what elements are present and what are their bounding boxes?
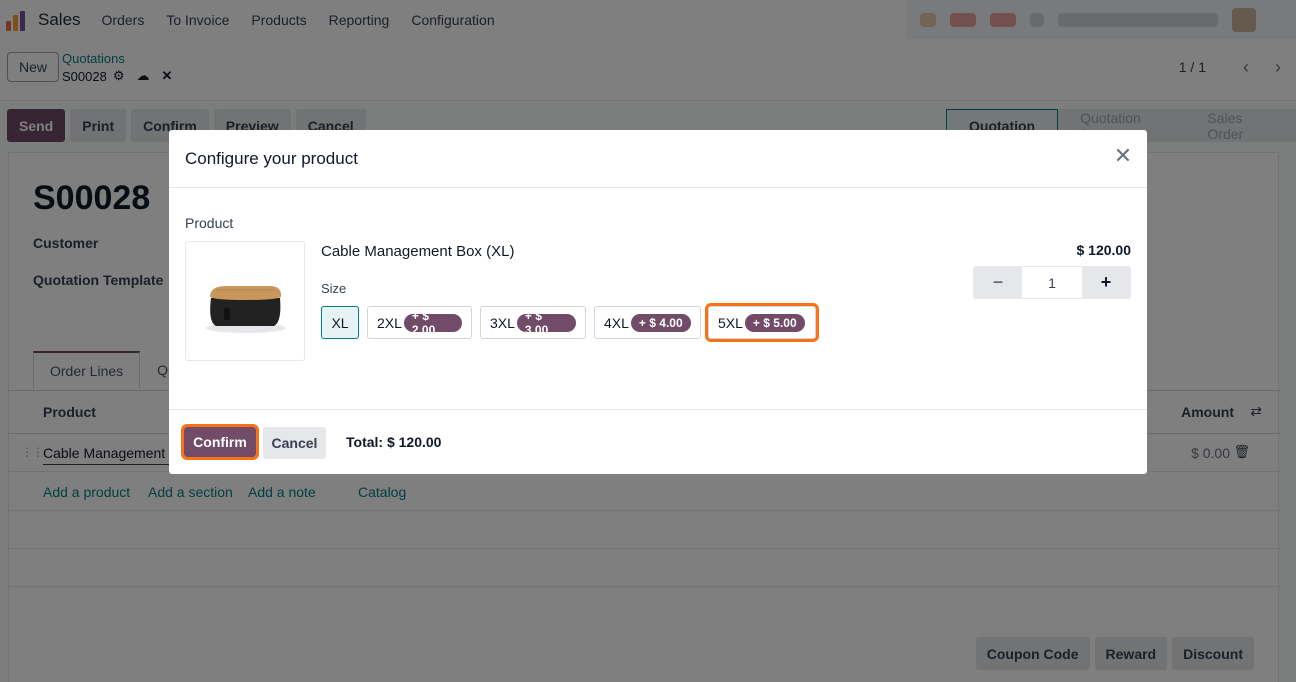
product-image bbox=[185, 241, 305, 361]
size-option-label: 2XL bbox=[377, 314, 402, 331]
quantity-stepper: − 1 + bbox=[973, 266, 1131, 299]
size-option-label: 5XL bbox=[718, 314, 743, 331]
configure-product-dialog: Configure your product ✕ Product Cable M… bbox=[169, 130, 1147, 474]
confirm-button[interactable]: Confirm bbox=[181, 424, 259, 460]
product-section-label: Product bbox=[185, 215, 234, 231]
size-option-2xl[interactable]: 2XL + $ 2.00 bbox=[367, 306, 472, 339]
size-option-4xl[interactable]: 4XL + $ 4.00 bbox=[594, 306, 701, 339]
size-option-label: XL bbox=[331, 314, 349, 331]
cancel-button[interactable]: Cancel bbox=[263, 427, 326, 459]
product-name: Cable Management Box (XL) bbox=[321, 243, 515, 260]
price-extra-badge: + $ 3.00 bbox=[516, 309, 576, 337]
cable-box-image bbox=[206, 286, 286, 333]
price-extra-badge: + $ 2.00 bbox=[403, 309, 462, 337]
size-option-label: 3XL bbox=[490, 314, 515, 331]
minus-icon[interactable]: − bbox=[974, 267, 1022, 298]
close-icon[interactable]: ✕ bbox=[1113, 145, 1133, 167]
price-extra-badge: + $ 5.00 bbox=[744, 313, 805, 332]
plus-icon[interactable]: + bbox=[1082, 267, 1130, 298]
product-price: $ 120.00 bbox=[1076, 242, 1132, 258]
size-option-label: 4XL bbox=[604, 314, 629, 331]
size-label: Size bbox=[321, 281, 347, 296]
dialog-title: Configure your product bbox=[185, 149, 358, 168]
dialog-footer: Confirm Cancel Total: $ 120.00 bbox=[169, 409, 1147, 474]
size-option-3xl[interactable]: 3XL + $ 3.00 bbox=[480, 306, 586, 339]
quantity-input[interactable]: 1 bbox=[1022, 267, 1082, 298]
dialog-header: Configure your product ✕ bbox=[169, 130, 1147, 188]
size-option-xl[interactable]: XL bbox=[321, 306, 359, 339]
size-option-5xl[interactable]: 5XL + $ 5.00 bbox=[705, 303, 819, 342]
price-extra-badge: + $ 4.00 bbox=[630, 313, 691, 332]
total-price: Total: $ 120.00 bbox=[346, 434, 442, 450]
